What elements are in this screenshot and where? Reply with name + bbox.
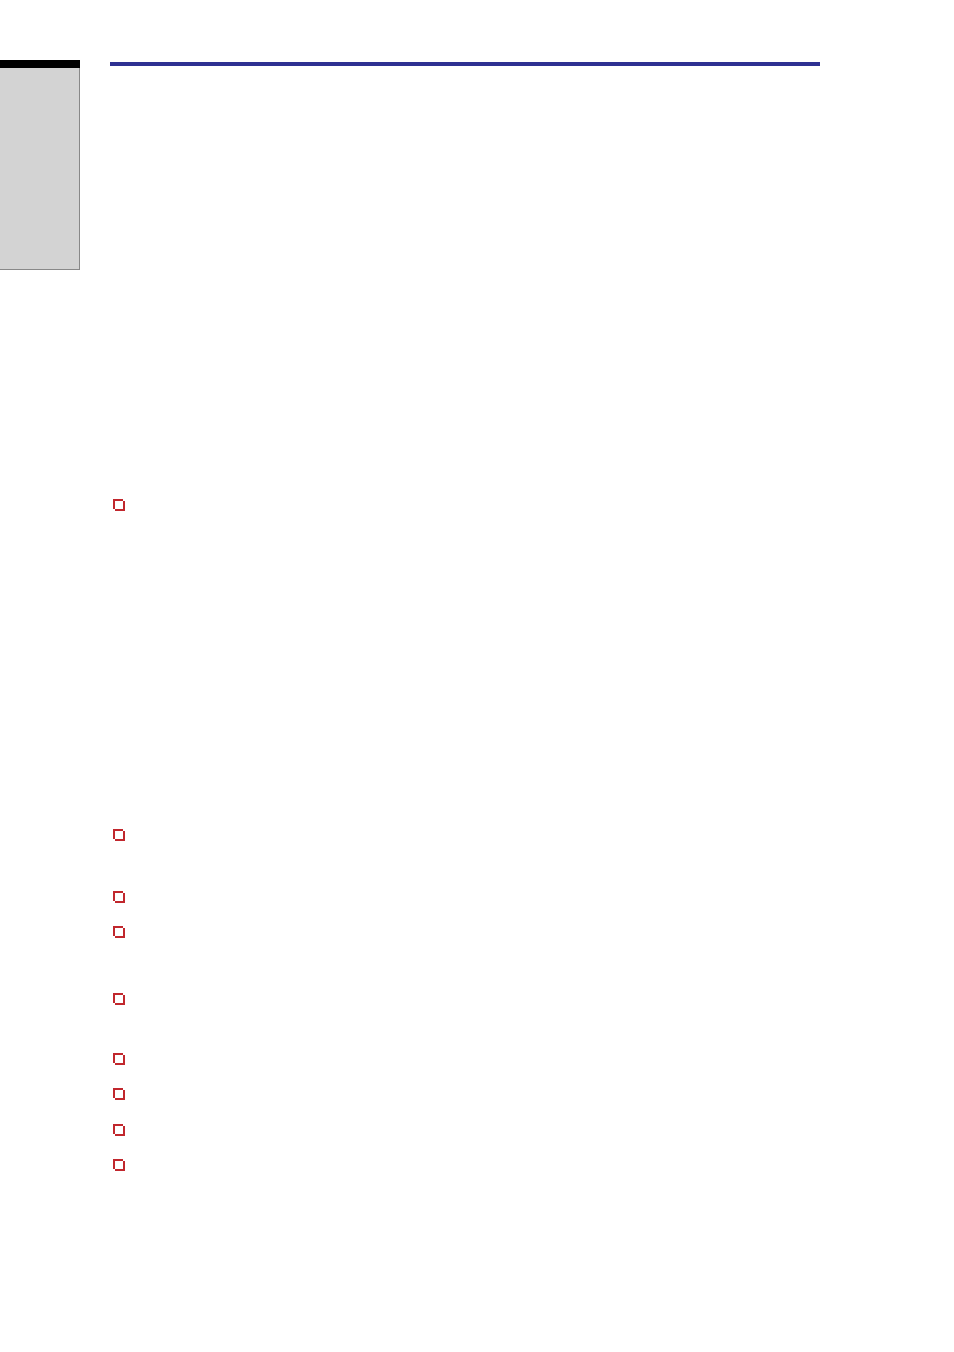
sidebar-tab-black [0, 60, 80, 68]
checkbox-bullet-icon [112, 925, 126, 939]
checkbox-bullet-icon [112, 992, 126, 1006]
header-rule [110, 62, 820, 66]
checkbox-bullet-icon [112, 1052, 126, 1066]
checkbox-bullet-icon [112, 498, 126, 512]
checkbox-bullet-icon [112, 1158, 126, 1172]
checkbox-bullet-icon [112, 828, 126, 842]
checkbox-bullet-icon [112, 890, 126, 904]
checkbox-bullet-icon [112, 1123, 126, 1137]
sidebar-box-grey [0, 68, 80, 270]
checkbox-bullet-icon [112, 1087, 126, 1101]
